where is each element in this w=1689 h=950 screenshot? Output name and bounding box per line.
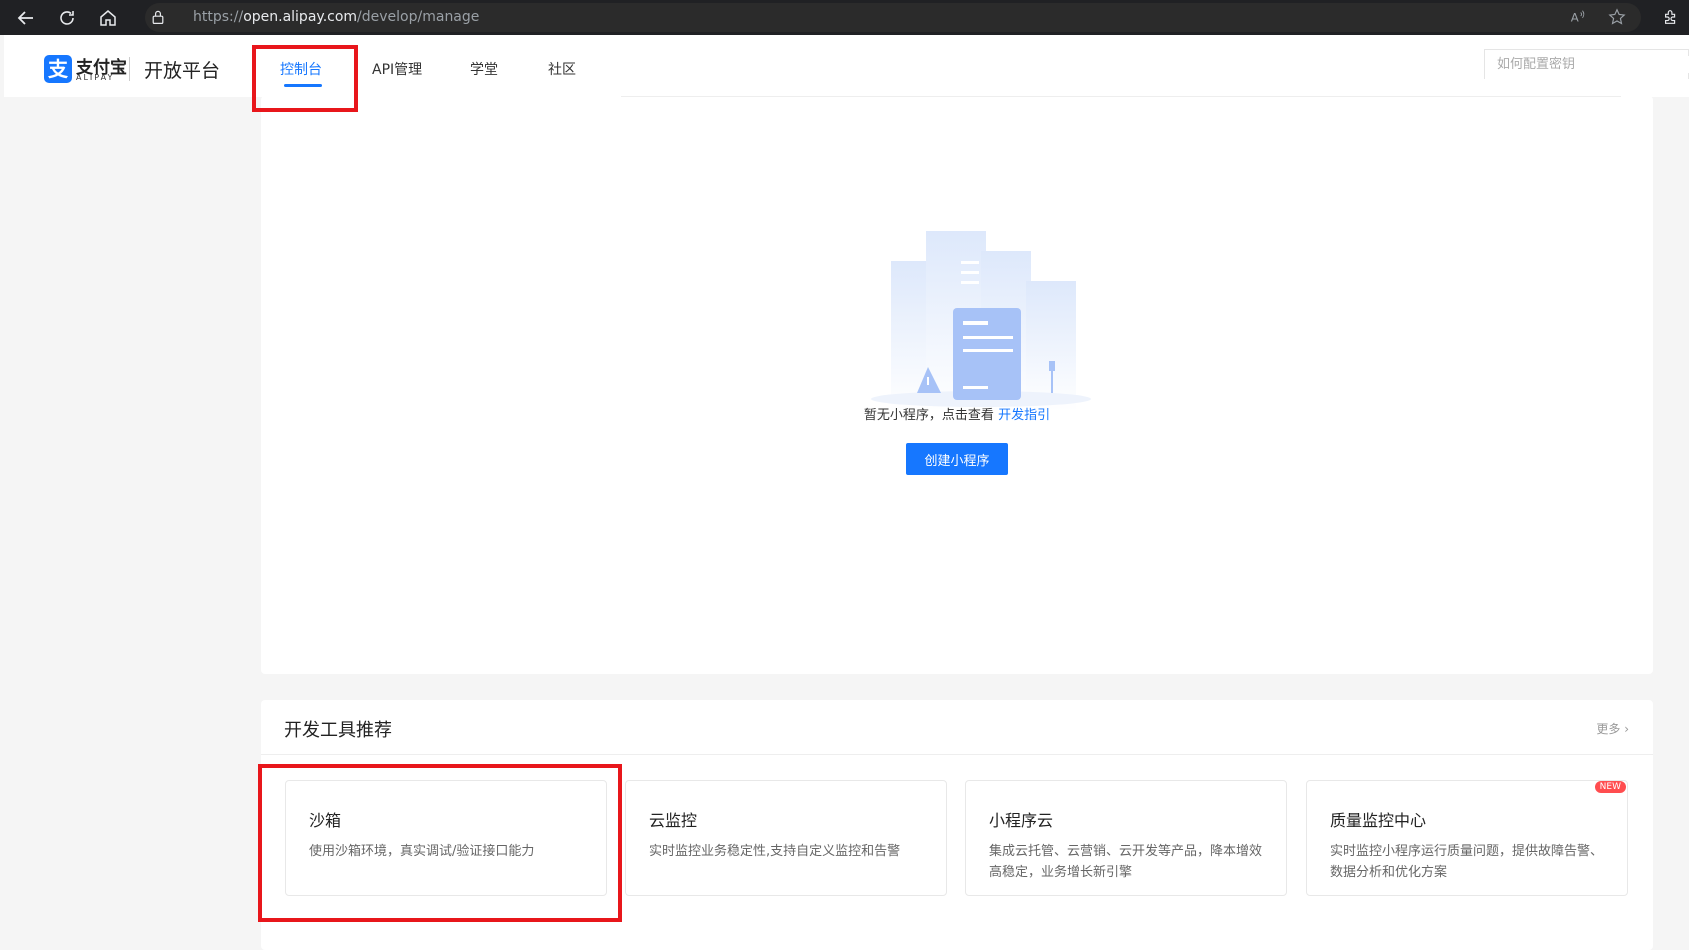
tool-card-quality-center[interactable]: NEW 质量监控中心 实时监控小程序运行质量问题，提供故障告警、数据分析和优化方… xyxy=(1306,780,1628,896)
more-link[interactable]: 更多 › xyxy=(1596,720,1629,737)
site-header: 支 支付宝 ALIPAY 开放平台 控制台 API管理 学堂 社区 xyxy=(4,35,1689,97)
tool-description: 实时监控小程序运行质量问题，提供故障告警、数据分析和优化方案 xyxy=(1330,844,1604,880)
lock-icon[interactable] xyxy=(147,6,169,28)
section-divider xyxy=(261,754,1653,755)
nav-academy[interactable]: 学堂 xyxy=(470,59,498,79)
tool-title: 质量监控中心 xyxy=(1330,811,1427,830)
dev-tools-section: 开发工具推荐 更多 › 沙箱 使用沙箱环境，真实调试/验证接口能力 云监控 实时… xyxy=(261,700,1653,950)
favorite-star-icon[interactable] xyxy=(1606,6,1628,28)
nav-api-management[interactable]: API管理 xyxy=(372,59,422,79)
refresh-icon[interactable] xyxy=(54,5,80,31)
tool-card-cloud-monitor[interactable]: 云监控 实时监控业务稳定性,支持自定义监控和告警 xyxy=(625,780,947,896)
tool-title: 沙箱 xyxy=(309,811,342,830)
search-input[interactable] xyxy=(1495,56,1689,73)
search-box[interactable] xyxy=(1484,49,1689,79)
empty-message: 暂无小程序，点击查看 开发指引 xyxy=(261,404,1653,423)
mini-program-panel: 暂无小程序，点击查看 开发指引 创建小程序 xyxy=(261,96,1653,674)
create-mini-program-button[interactable]: 创建小程序 xyxy=(906,443,1008,475)
extensions-icon[interactable] xyxy=(1660,6,1682,28)
dev-guide-link[interactable]: 开发指引 xyxy=(998,408,1050,423)
svg-text:A: A xyxy=(1571,11,1579,25)
section-title: 开发工具推荐 xyxy=(284,720,392,741)
tool-description: 使用沙箱环境，真实调试/验证接口能力 xyxy=(309,844,535,859)
nav-community[interactable]: 社区 xyxy=(548,59,576,79)
logo-divider xyxy=(129,57,130,81)
panel-divider xyxy=(621,96,1621,97)
tool-card-sandbox[interactable]: 沙箱 使用沙箱环境，真实调试/验证接口能力 xyxy=(285,780,607,896)
tool-title: 云监控 xyxy=(649,811,698,830)
empty-illustration xyxy=(871,231,1091,411)
platform-title: 开放平台 xyxy=(144,60,221,82)
read-aloud-icon[interactable]: A xyxy=(1567,6,1589,28)
nav-console[interactable]: 控制台 xyxy=(280,59,322,79)
home-icon[interactable] xyxy=(95,5,121,31)
tool-title: 小程序云 xyxy=(989,811,1054,830)
page: 支 支付宝 ALIPAY 开放平台 控制台 API管理 学堂 社区 如何配置密钥… xyxy=(4,35,1689,950)
new-badge: NEW xyxy=(1594,781,1626,793)
empty-message-text: 暂无小程序，点击查看 xyxy=(863,408,999,423)
more-link-label: 更多 xyxy=(1596,722,1621,736)
logo-subtext: ALIPAY xyxy=(76,73,115,82)
tool-card-mini-program-cloud[interactable]: 小程序云 集成云托管、云营销、云开发等产品，降本增效高稳定，业务增长新引擎 xyxy=(965,780,1287,896)
browser-toolbar: https://open.alipay.com/develop/manage A xyxy=(0,0,1689,35)
alipay-logo-icon[interactable]: 支 xyxy=(44,55,72,83)
tool-description: 实时监控业务稳定性,支持自定义监控和告警 xyxy=(649,844,901,859)
chevron-right-icon: › xyxy=(1624,722,1629,736)
nav-active-indicator xyxy=(284,84,322,87)
back-icon[interactable] xyxy=(13,5,39,31)
url-text: https://open.alipay.com/develop/manage xyxy=(193,9,480,25)
tool-description: 集成云托管、云营销、云开发等产品，降本增效高稳定，业务增长新引擎 xyxy=(989,844,1263,880)
